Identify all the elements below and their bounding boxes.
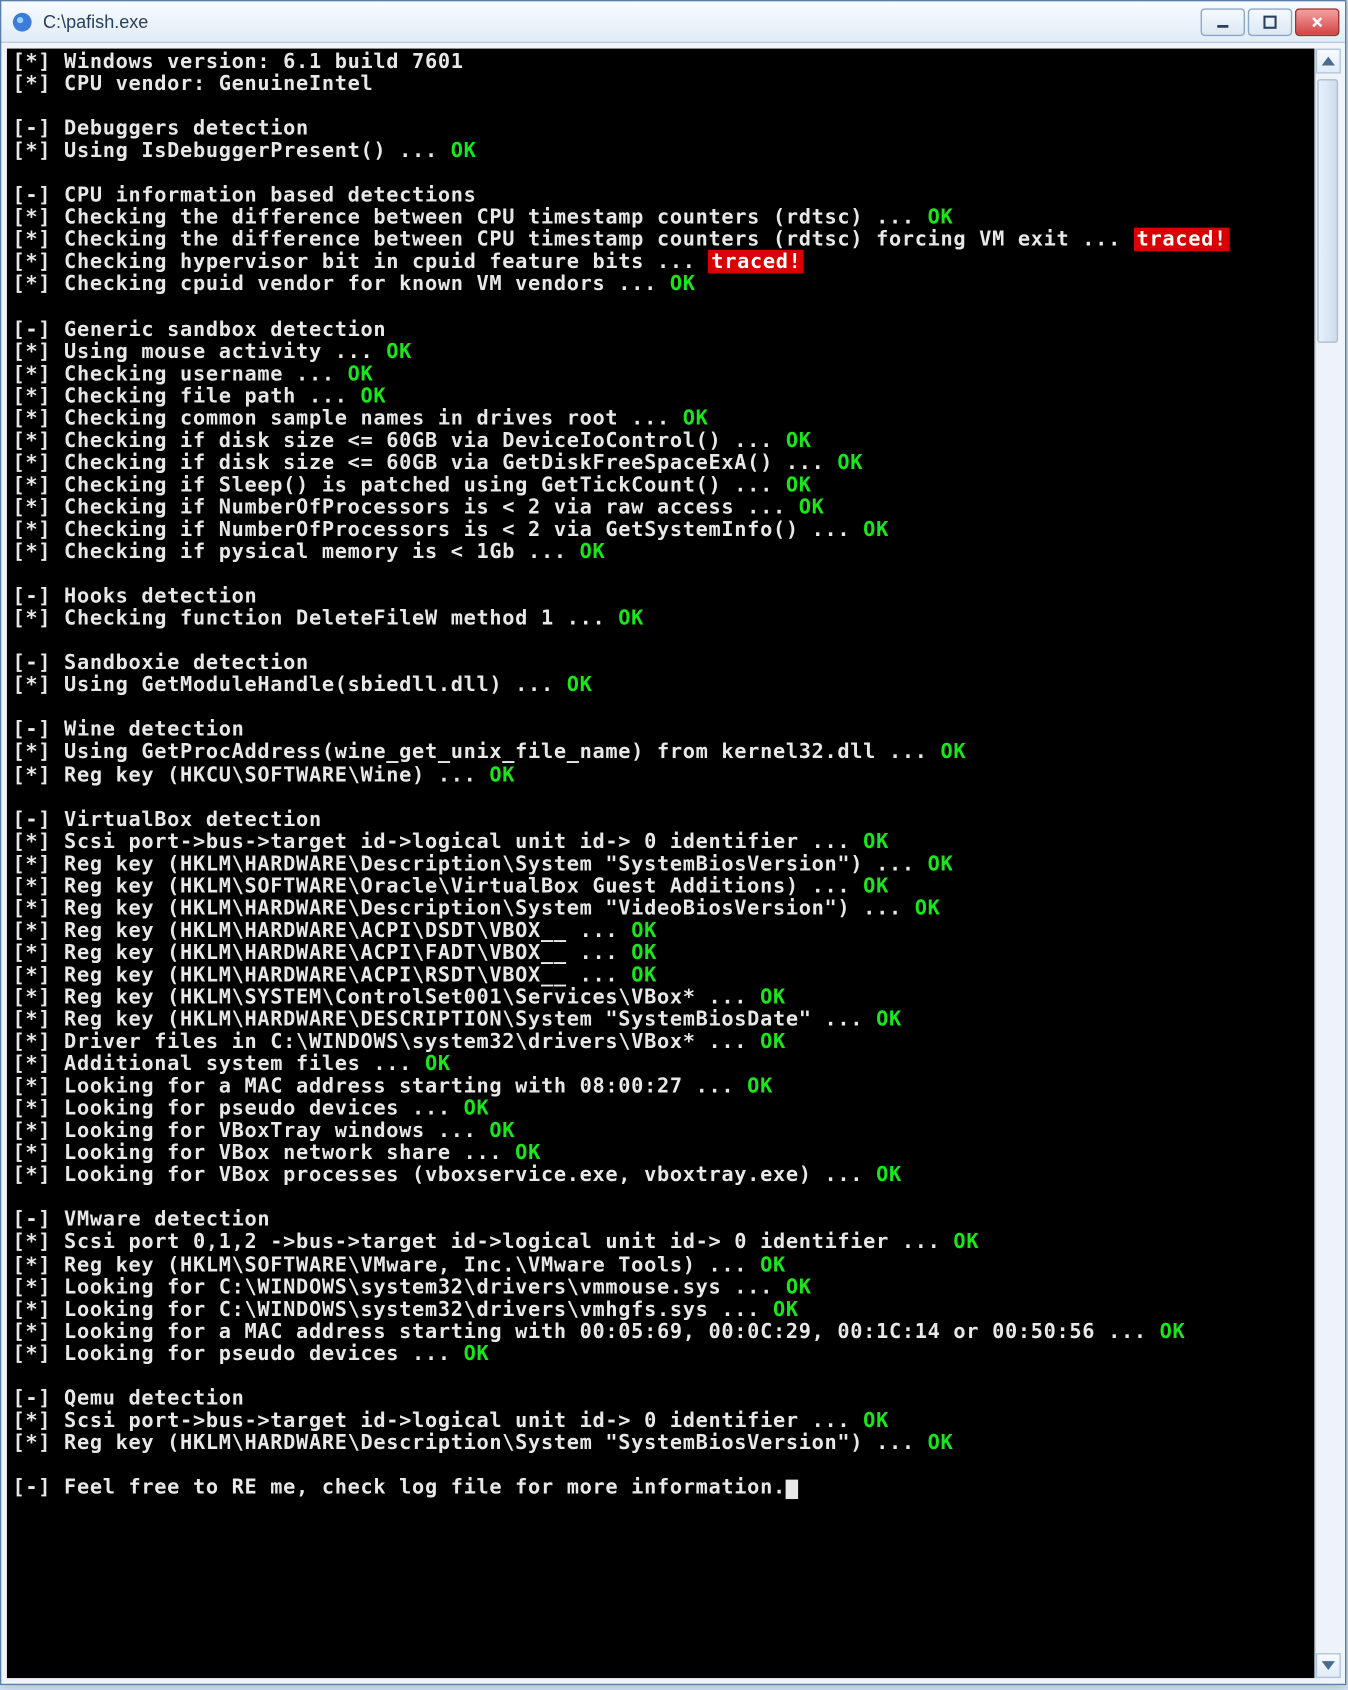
console-line: [*] Reg key (HKLM\SOFTWARE\VMware, Inc.\…: [12, 1254, 1308, 1276]
console-line: [12, 697, 1308, 719]
console-line: [12, 1365, 1308, 1387]
console-line: [*] Looking for VBox processes (vboxserv…: [12, 1165, 1308, 1187]
console-line: [12, 564, 1308, 586]
console-line: [12, 786, 1308, 808]
console-line: [*] Scsi port 0,1,2 ->bus->target id->lo…: [12, 1232, 1308, 1254]
console-line: [-] Debuggers detection: [12, 118, 1308, 140]
console-line: [-] Hooks detection: [12, 586, 1308, 608]
console-output: [*] Windows version: 6.1 build 7601[*] C…: [7, 49, 1314, 1502]
console-line: [*] Checking function DeleteFileW method…: [12, 608, 1308, 630]
console-line: [*] Checking common sample names in driv…: [12, 408, 1308, 430]
console-line: [*] Using GetProcAddress(wine_get_unix_f…: [12, 742, 1308, 764]
window-title: C:\pafish.exe: [43, 11, 1201, 32]
console-line: [*] Checking if NumberOfProcessors is < …: [12, 519, 1308, 541]
console-line: [12, 1187, 1308, 1209]
console-line: [*] Using mouse activity ... OK: [12, 341, 1308, 363]
scroll-down-button[interactable]: [1316, 1653, 1341, 1678]
console-line: [-] CPU information based detections: [12, 185, 1308, 207]
console-line: [*] Checking file path ... OK: [12, 385, 1308, 407]
console-line: [*] Using IsDebuggerPresent() ... OK: [12, 140, 1308, 162]
console-line: [-] VirtualBox detection: [12, 809, 1308, 831]
console-line: [*] Checking if pysical memory is < 1Gb …: [12, 541, 1308, 563]
console-line: [12, 296, 1308, 318]
console-line: [*] Looking for pseudo devices ... OK: [12, 1343, 1308, 1365]
console-line: [-] Generic sandbox detection: [12, 319, 1308, 341]
window-controls: [1201, 8, 1340, 36]
console-line: [12, 1455, 1308, 1477]
titlebar[interactable]: C:\pafish.exe: [1, 1, 1345, 43]
scroll-up-button[interactable]: [1316, 49, 1341, 74]
console-line: [*] Reg key (HKLM\HARDWARE\DESCRIPTION\S…: [12, 1009, 1308, 1031]
scrollbar[interactable]: [1314, 49, 1339, 1679]
app-window: C:\pafish.exe [*] Windows version: 6.1 b…: [0, 0, 1346, 1685]
close-button[interactable]: [1295, 8, 1339, 36]
console-line: [*] Reg key (HKLM\HARDWARE\ACPI\DSDT\VBO…: [12, 920, 1308, 942]
client-area: [*] Windows version: 6.1 build 7601[*] C…: [1, 43, 1345, 1684]
console-line: [*] Reg key (HKLM\HARDWARE\Description\S…: [12, 853, 1308, 875]
console-line: [12, 96, 1308, 118]
console-line: [*] Looking for VBox network share ... O…: [12, 1143, 1308, 1165]
console-line: [-] Feel free to RE me, check log file f…: [12, 1477, 1308, 1499]
console-line: [*] Looking for VBoxTray windows ... OK: [12, 1120, 1308, 1142]
console-line: [*] Checking username ... OK: [12, 363, 1308, 385]
console-line: [*] Checking if Sleep() is patched using…: [12, 475, 1308, 497]
console-line: [*] CPU vendor: GenuineIntel: [12, 74, 1308, 96]
console-line: [-] VMware detection: [12, 1210, 1308, 1232]
console-line: [*] Reg key (HKLM\HARDWARE\Description\S…: [12, 1432, 1308, 1454]
console-line: [*] Reg key (HKLM\HARDWARE\Description\S…: [12, 898, 1308, 920]
console-line: [*] Looking for C:\WINDOWS\system32\driv…: [12, 1276, 1308, 1298]
minimize-button[interactable]: [1201, 8, 1245, 36]
console-line: [*] Checking the difference between CPU …: [12, 230, 1308, 252]
console-line: [*] Additional system files ... OK: [12, 1054, 1308, 1076]
console-line: [12, 163, 1308, 185]
console-line: [*] Scsi port->bus->target id->logical u…: [12, 1410, 1308, 1432]
console-line: [*] Reg key (HKLM\SOFTWARE\Oracle\Virtua…: [12, 875, 1308, 897]
scroll-thumb[interactable]: [1317, 79, 1338, 343]
console-line: [*] Checking if disk size <= 60GB via Ge…: [12, 452, 1308, 474]
console-line: [*] Looking for C:\WINDOWS\system32\driv…: [12, 1299, 1308, 1321]
console-line: [*] Reg key (HKLM\SYSTEM\ControlSet001\S…: [12, 987, 1308, 1009]
console-line: [*] Reg key (HKLM\HARDWARE\ACPI\FADT\VBO…: [12, 942, 1308, 964]
console-line: [*] Driver files in C:\WINDOWS\system32\…: [12, 1031, 1308, 1053]
console-line: [*] Reg key (HKCU\SOFTWARE\Wine) ... OK: [12, 764, 1308, 786]
console-line: [-] Wine detection: [12, 720, 1308, 742]
console-line: [*] Checking hypervisor bit in cpuid fea…: [12, 252, 1308, 274]
console-line: [*] Checking if NumberOfProcessors is < …: [12, 497, 1308, 519]
console[interactable]: [*] Windows version: 6.1 build 7601[*] C…: [7, 49, 1314, 1679]
console-line: [*] Checking the difference between CPU …: [12, 207, 1308, 229]
console-line: [*] Scsi port->bus->target id->logical u…: [12, 831, 1308, 853]
maximize-button[interactable]: [1248, 8, 1292, 36]
console-line: [*] Looking for a MAC address starting w…: [12, 1076, 1308, 1098]
console-line: [*] Windows version: 6.1 build 7601: [12, 51, 1308, 73]
console-line: [*] Checking if disk size <= 60GB via De…: [12, 430, 1308, 452]
console-line: [-] Sandboxie detection: [12, 653, 1308, 675]
console-line: [*] Using GetModuleHandle(sbiedll.dll) .…: [12, 675, 1308, 697]
console-line: [12, 630, 1308, 652]
console-line: [-] Qemu detection: [12, 1388, 1308, 1410]
console-line: [*] Looking for a MAC address starting w…: [12, 1321, 1308, 1343]
app-icon: [10, 9, 35, 34]
console-line: [*] Checking cpuid vendor for known VM v…: [12, 274, 1308, 296]
console-line: [*] Reg key (HKLM\HARDWARE\ACPI\RSDT\VBO…: [12, 965, 1308, 987]
console-line: [*] Looking for pseudo devices ... OK: [12, 1098, 1308, 1120]
